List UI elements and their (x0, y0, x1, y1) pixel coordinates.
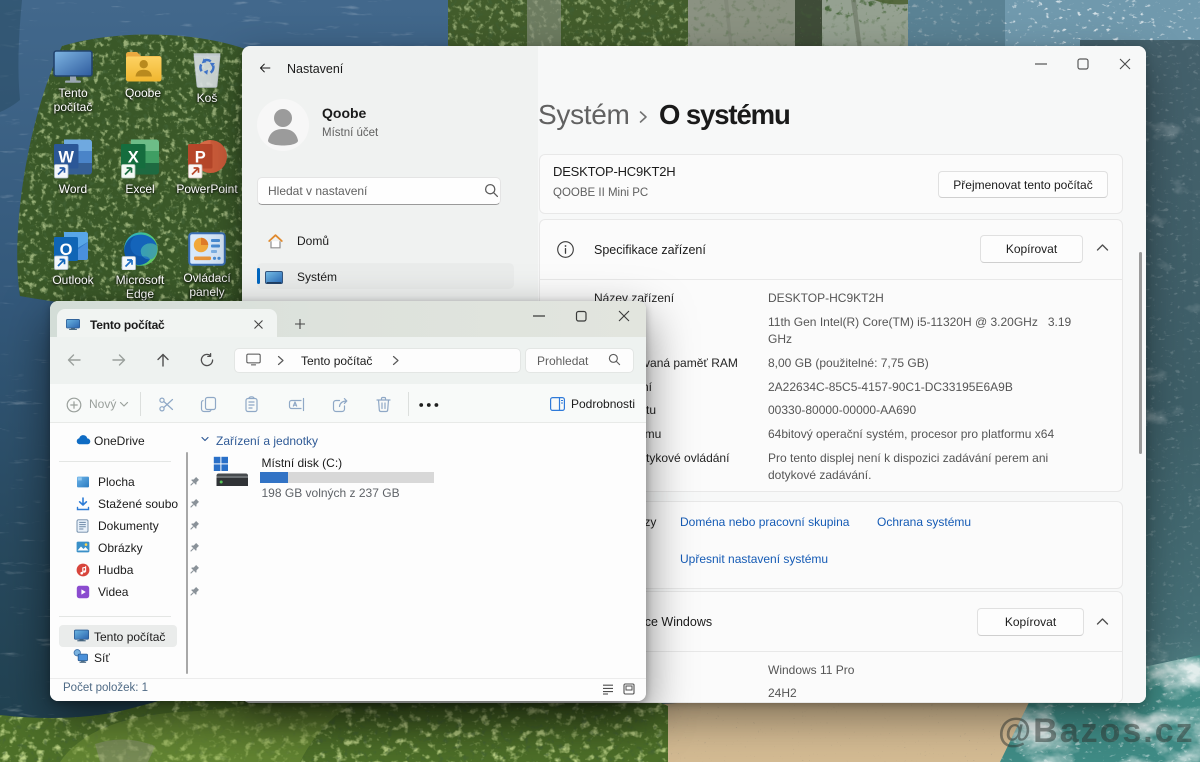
svg-text:P: P (195, 149, 206, 167)
svg-text:W: W (58, 149, 74, 167)
svg-text:X: X (128, 149, 139, 167)
